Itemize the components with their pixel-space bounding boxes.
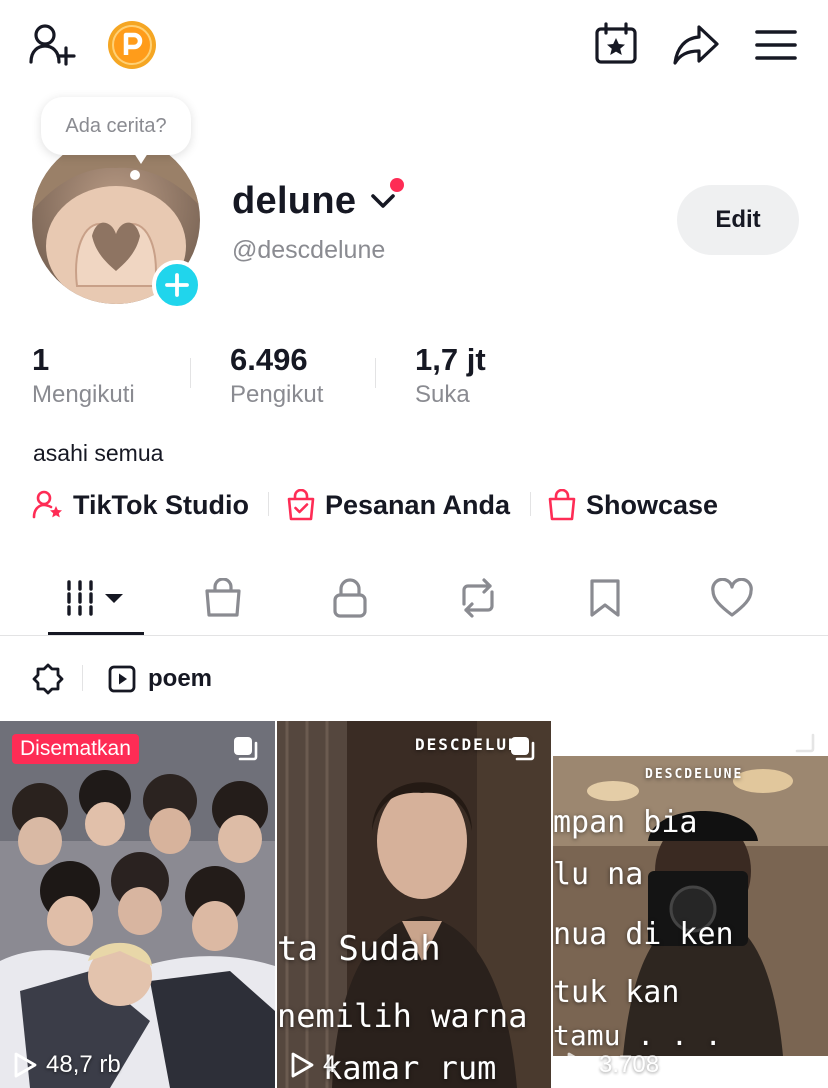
menu-icon[interactable] — [755, 28, 797, 62]
orders-label: Pesanan Anda — [325, 489, 511, 520]
view-count: 3.708 — [565, 1048, 659, 1082]
chevron-down-icon[interactable] — [370, 192, 396, 210]
following-label: Mengikuti — [32, 381, 135, 408]
add-story-button[interactable] — [152, 260, 202, 310]
top-bar — [0, 0, 828, 90]
play-outline-icon — [291, 1052, 314, 1078]
tiktok-studio-button[interactable]: TikTok Studio — [32, 485, 249, 525]
coin-icon[interactable] — [107, 20, 157, 70]
overlay-line: lu na — [553, 857, 644, 892]
edit-button-label: Edit — [715, 206, 761, 233]
view-count-text: 48,7 rb — [46, 1051, 121, 1078]
multi-clip-icon — [234, 737, 258, 761]
video-grid: Disematkan 48,7 rb DESCDELUNE ta Sudah n… — [0, 721, 828, 1088]
stat-divider — [375, 358, 376, 388]
bio-text[interactable]: asahi semua — [33, 440, 163, 467]
edit-profile-button[interactable]: Edit — [677, 185, 799, 255]
overlay-line: ta Sudah — [277, 929, 441, 969]
video-tile[interactable]: DESCDELUNE ta Sudah nemilih warna kamar … — [277, 721, 551, 1088]
active-tab-indicator — [48, 632, 144, 635]
overlay-line: mpan bia — [553, 805, 698, 840]
tab-shop[interactable] — [175, 560, 271, 635]
sort-settings-icon[interactable] — [32, 663, 64, 695]
view-count-text: 4 — [323, 1051, 337, 1078]
share-icon[interactable] — [672, 24, 720, 66]
order-bag-icon — [287, 489, 315, 521]
view-count-text: 3.708 — [599, 1051, 660, 1078]
notification-dot — [390, 178, 404, 192]
watermark-text: DESCDELUNE — [645, 767, 744, 782]
tiktok-studio-label: TikTok Studio — [73, 489, 250, 520]
heart-icon — [711, 577, 753, 617]
display-name[interactable]: delune — [232, 180, 356, 223]
tab-favorites[interactable] — [557, 560, 653, 635]
repost-icon — [462, 577, 494, 618]
likes-count: 1,7 jt — [415, 342, 486, 377]
person-star-icon — [32, 490, 62, 519]
lock-icon — [333, 577, 367, 618]
view-count: 48,7 rb — [12, 1048, 121, 1082]
playlist-label: poem — [148, 665, 213, 692]
view-count: 4 — [289, 1048, 336, 1082]
video-tile[interactable]: Disematkan 48,7 rb — [0, 721, 275, 1088]
overlay-line: nua di ken — [553, 917, 734, 952]
tab-private[interactable] — [302, 560, 398, 635]
shortcut-divider — [530, 492, 531, 516]
followers-label: Pengikut — [230, 381, 324, 408]
bookmark-icon — [590, 578, 620, 617]
followers-count: 6.496 — [230, 342, 308, 377]
likes-label: Suka — [415, 381, 470, 408]
multi-clip-icon — [511, 737, 535, 761]
showcase-label: Showcase — [586, 489, 719, 520]
pinned-badge: Disematkan — [12, 734, 139, 764]
plus-icon — [165, 273, 189, 297]
overlay-line: tuk kan — [553, 975, 680, 1010]
username: @descdelune — [232, 236, 386, 264]
play-outline-icon — [567, 1052, 590, 1078]
playlist-poem[interactable]: poem — [108, 662, 212, 696]
bubble-dot — [130, 170, 140, 180]
shop-bag-icon — [205, 577, 241, 617]
story-prompt-bubble[interactable]: Ada cerita? — [41, 97, 191, 155]
tab-videos[interactable] — [48, 560, 144, 635]
showcase-button[interactable]: Showcase — [547, 485, 718, 525]
play-outline-icon — [14, 1052, 37, 1078]
video-tile[interactable]: DESCDELUNE mpan bia lu na nua di ken tuk… — [553, 721, 828, 1088]
stat-divider — [190, 358, 191, 388]
tab-reposts[interactable] — [430, 560, 526, 635]
playlist-play-icon — [108, 665, 136, 693]
story-prompt-text: Ada cerita? — [65, 114, 167, 137]
videos-grid-icon — [67, 579, 123, 616]
shopping-bag-icon — [548, 489, 576, 521]
overlay-line: nemilih warna — [277, 997, 528, 1035]
following-count: 1 — [32, 342, 50, 377]
multi-clip-icon — [791, 729, 815, 753]
orders-button[interactable]: Pesanan Anda — [286, 485, 510, 525]
video-thumbnail — [0, 721, 275, 1088]
filter-divider — [82, 665, 83, 691]
add-friend-icon[interactable] — [28, 22, 76, 66]
tab-liked[interactable] — [684, 560, 780, 635]
shortcut-divider — [268, 492, 269, 516]
profile-tabs — [0, 560, 828, 636]
overlay-line: kamar rum — [323, 1049, 497, 1087]
calendar-star-icon[interactable] — [594, 22, 638, 66]
